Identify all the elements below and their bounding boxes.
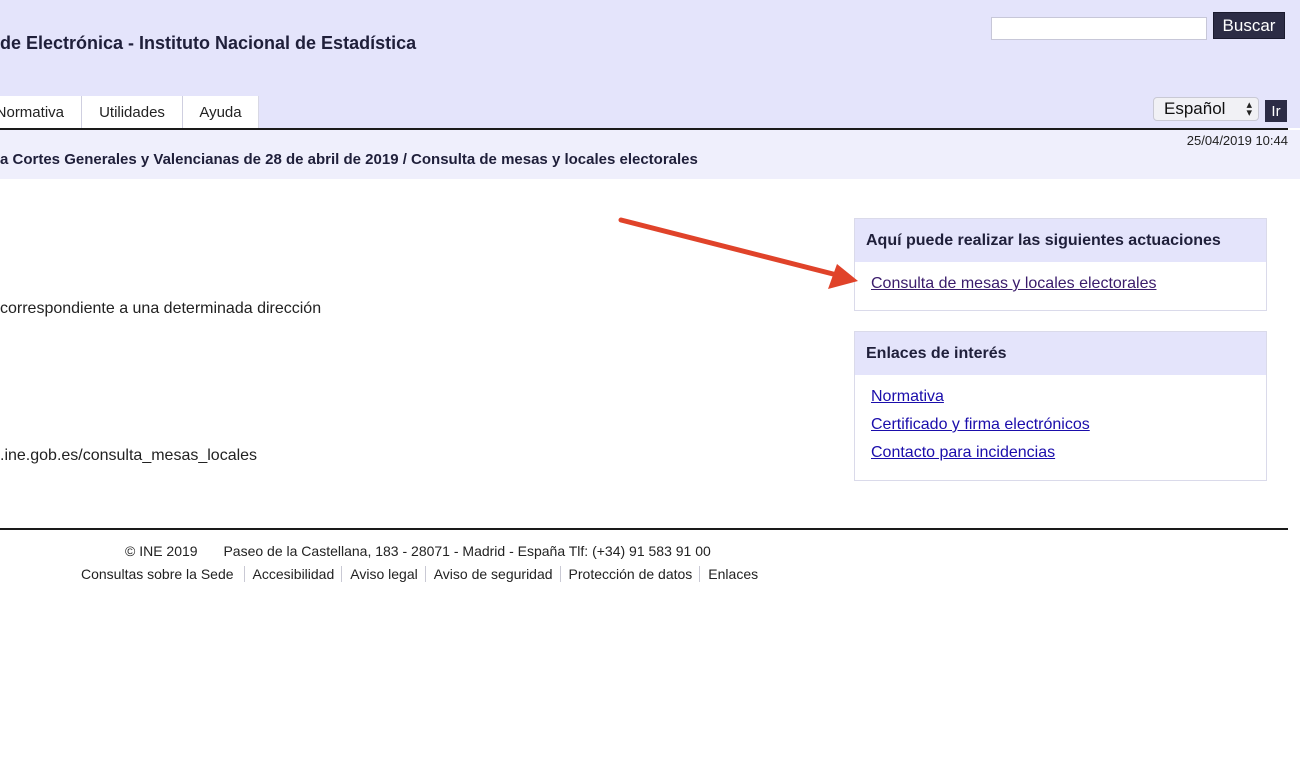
language-select-value: Español [1164, 99, 1226, 118]
footer-links: Consultas sobre la Sede Accesibilidad Av… [81, 566, 765, 582]
link-contacto[interactable]: Contacto para incidencias [871, 439, 1250, 467]
footer-link-accesibilidad[interactable]: Accesibilidad [243, 566, 342, 582]
nav-tabs: Normativa Utilidades Ayuda [0, 96, 259, 129]
footer-link-enlaces[interactable]: Enlaces [699, 566, 765, 582]
link-certificado[interactable]: Certificado y firma electrónicos [871, 411, 1250, 439]
language-select[interactable]: Español ▴ ▾ [1153, 97, 1259, 121]
link-consulta-mesas[interactable]: Consulta de mesas y locales electorales [871, 270, 1250, 298]
search-button[interactable]: Buscar [1213, 12, 1285, 39]
page: de Electrónica - Instituto Nacional de E… [0, 0, 1300, 764]
arrow-right-icon [618, 217, 858, 289]
site-title: de Electrónica - Instituto Nacional de E… [0, 33, 417, 53]
links-box-title: Enlaces de interés [855, 332, 1266, 375]
footer-copyright: © INE 2019 [125, 543, 198, 559]
links-box-body: Normativa Certificado y firma electrónic… [855, 375, 1266, 477]
chevron-updown-icon: ▴ ▾ [1246, 99, 1252, 119]
breadcrumb: a Cortes Generales y Valencianas de 28 d… [0, 151, 698, 168]
go-button[interactable]: Ir [1265, 100, 1287, 122]
actions-box-title: Aquí puede realizar las siguientes actua… [855, 219, 1266, 262]
actions-box-body: Consulta de mesas y locales electorales [855, 262, 1266, 308]
footer-link-aviso-legal[interactable]: Aviso legal [341, 566, 424, 582]
links-box: Enlaces de interés Normativa Certificado… [854, 331, 1267, 481]
actions-box: Aquí puede realizar las siguientes actua… [854, 218, 1267, 311]
breadcrumb-bar: 25/04/2019 10:44 a Cortes Generales y Va… [0, 130, 1300, 179]
footer-link-proteccion-datos[interactable]: Protección de datos [559, 566, 700, 582]
footer-info: © INE 2019 Paseo de la Castellana, 183 -… [125, 543, 711, 559]
description-text: correspondiente a una determinada direcc… [0, 300, 322, 317]
search-input[interactable] [991, 17, 1207, 40]
footer-address: Paseo de la Castellana, 183 - 28071 - Ma… [223, 543, 711, 559]
datetime: 25/04/2019 10:44 [1186, 133, 1288, 148]
footer-link-consultas[interactable]: Consultas sobre la Sede [81, 566, 244, 582]
footer-link-aviso-seguridad[interactable]: Aviso de seguridad [424, 566, 560, 582]
tab-normativa[interactable]: Normativa [0, 96, 82, 128]
tab-ayuda[interactable]: Ayuda [183, 96, 259, 128]
tab-utilidades[interactable]: Utilidades [82, 96, 183, 128]
url-text: .ine.gob.es/consulta_mesas_locales [0, 447, 258, 464]
header: de Electrónica - Instituto Nacional de E… [0, 0, 1300, 128]
footer-divider [0, 528, 1288, 530]
link-normativa[interactable]: Normativa [871, 383, 1250, 411]
